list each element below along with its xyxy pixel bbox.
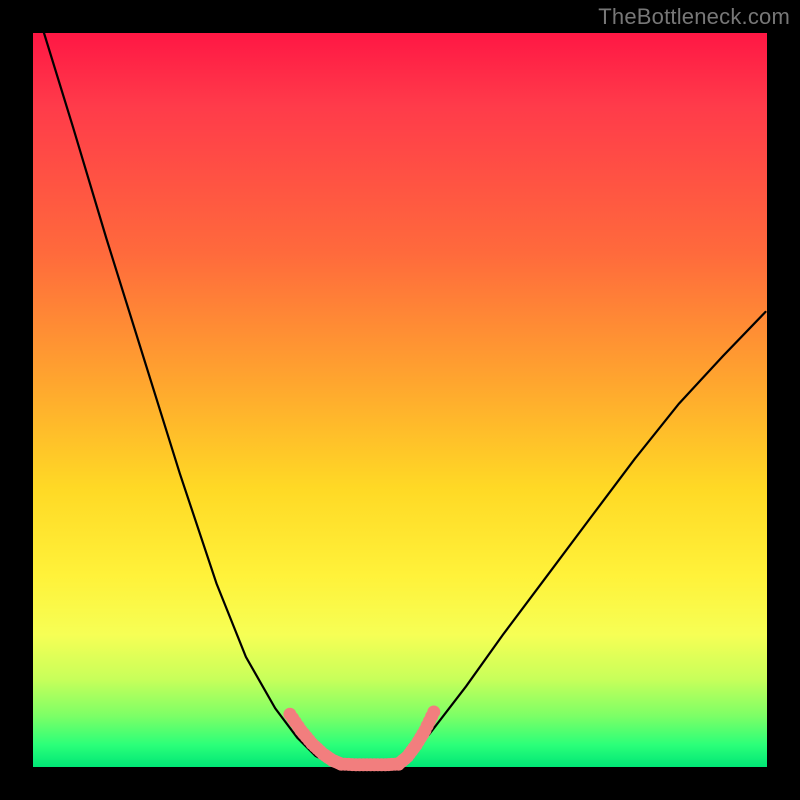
watermark-text: TheBottleneck.com <box>598 4 790 30</box>
chart-frame: TheBottleneck.com <box>0 0 800 800</box>
curve-layer <box>44 33 766 771</box>
highlight-dot <box>427 706 440 719</box>
curves-svg <box>33 33 767 767</box>
plot-area <box>33 33 767 767</box>
right-curve <box>399 312 766 763</box>
left-curve <box>44 33 330 763</box>
